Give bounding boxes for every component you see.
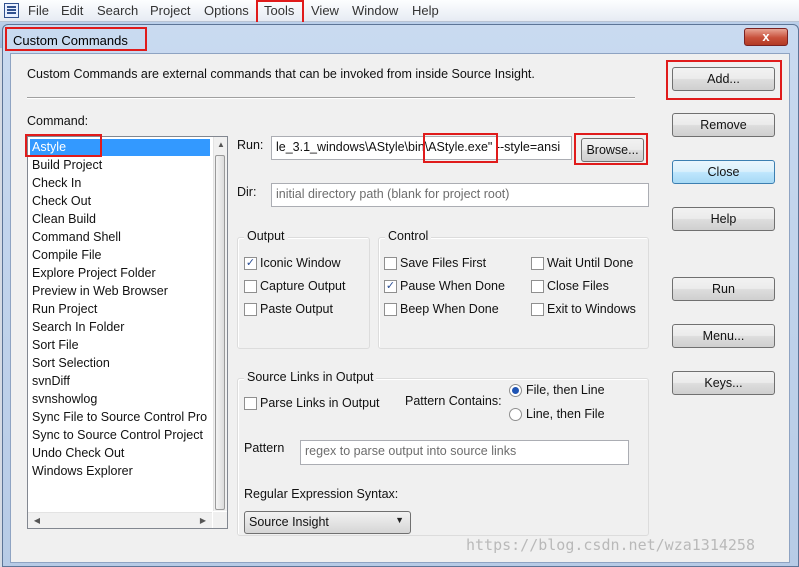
iconic-window-label[interactable]: Iconic Window (260, 256, 341, 270)
list-item[interactable]: Windows Explorer (30, 463, 133, 480)
close-window-button[interactable]: x (744, 28, 788, 46)
line-then-file-radio[interactable] (509, 408, 522, 421)
add-button[interactable]: Add... (672, 67, 775, 91)
chevron-down-icon: ▼ (395, 515, 404, 525)
capture-output-label[interactable]: Capture Output (260, 279, 345, 293)
menu-search[interactable]: Search (95, 2, 140, 20)
pause-when-done-checkbox[interactable]: ✓ (384, 280, 397, 293)
dir-input[interactable]: initial directory path (blank for projec… (271, 183, 649, 207)
source-links-group-title: Source Links in Output (244, 370, 377, 384)
output-group-title: Output (244, 229, 288, 243)
scroll-left-icon[interactable]: ◀ (30, 514, 44, 528)
file-then-line-label[interactable]: File, then Line (526, 383, 605, 397)
wait-until-done-label[interactable]: Wait Until Done (547, 256, 633, 270)
scrollbar-corner (213, 512, 227, 528)
paste-output-checkbox[interactable] (244, 303, 257, 316)
list-item[interactable]: svnDiff (30, 373, 70, 390)
menu-edit[interactable]: Edit (59, 2, 85, 20)
list-item[interactable]: Explore Project Folder (30, 265, 156, 282)
list-item-astyle[interactable]: Astyle (30, 139, 210, 156)
run-label: Run: (237, 138, 264, 152)
save-files-first-label[interactable]: Save Files First (400, 256, 486, 270)
beep-when-done-checkbox[interactable] (384, 303, 397, 316)
list-item[interactable]: Check Out (30, 193, 91, 210)
pattern-input[interactable]: regex to parse output into source links (300, 440, 629, 465)
browse-button[interactable]: Browse... (581, 138, 644, 162)
iconic-window-checkbox[interactable]: ✓ (244, 257, 257, 270)
remove-button[interactable]: Remove (672, 113, 775, 137)
exit-to-windows-checkbox[interactable] (531, 303, 544, 316)
scroll-right-icon[interactable]: ▶ (196, 514, 210, 528)
list-item[interactable]: Sync to Source Control Project (30, 427, 203, 444)
scroll-up-icon[interactable]: ▲ (214, 138, 228, 152)
list-item[interactable]: Clean Build (30, 211, 96, 228)
watermark: https://blog.csdn.net/wza1314258 (466, 536, 755, 554)
list-item[interactable]: Sort Selection (30, 355, 110, 372)
close-button[interactable]: Close (672, 160, 775, 184)
parse-links-label[interactable]: Parse Links in Output (260, 396, 380, 410)
exit-to-windows-label[interactable]: Exit to Windows (547, 302, 636, 316)
pattern-contains-label: Pattern Contains: (405, 394, 502, 408)
regex-syntax-value: Source Insight (249, 515, 329, 529)
close-icon: x (762, 29, 770, 44)
menu-window[interactable]: Window (350, 2, 400, 20)
menu-tools[interactable]: Tools (262, 2, 296, 20)
capture-output-checkbox[interactable] (244, 280, 257, 293)
dialog-description: Custom Commands are external commands th… (27, 67, 535, 81)
list-item[interactable]: Sync File to Source Control Pro (30, 409, 207, 426)
menu-options[interactable]: Options (202, 2, 251, 20)
save-files-first-checkbox[interactable] (384, 257, 397, 270)
run-input[interactable]: le_3.1_windows\AStyle\bin\AStyle.exe" --… (271, 136, 572, 160)
regex-syntax-dropdown[interactable]: Source Insight ▼ (244, 511, 411, 534)
menu-bar: File Edit Search Project Options Tools V… (0, 0, 799, 22)
help-button[interactable]: Help (672, 207, 775, 231)
keys-button[interactable]: Keys... (672, 371, 775, 395)
menu-view[interactable]: View (309, 2, 341, 20)
parse-links-checkbox[interactable] (244, 397, 257, 410)
pattern-label: Pattern (244, 441, 285, 455)
list-item[interactable]: Compile File (30, 247, 101, 264)
close-files-checkbox[interactable] (531, 280, 544, 293)
close-files-label[interactable]: Close Files (547, 279, 609, 293)
list-item[interactable]: svnshowlog (30, 391, 97, 408)
list-item[interactable]: Sort File (30, 337, 79, 354)
menu-project[interactable]: Project (148, 2, 192, 20)
control-group: Control (378, 229, 649, 349)
app-icon (4, 3, 19, 18)
list-item[interactable]: Command Shell (30, 229, 121, 246)
pause-when-done-label[interactable]: Pause When Done (400, 279, 505, 293)
list-item[interactable]: Run Project (30, 301, 97, 318)
run-button[interactable]: Run (672, 277, 775, 301)
list-item[interactable]: Undo Check Out (30, 445, 124, 462)
command-list[interactable]: Astyle Build Project Check In Check Out … (27, 136, 228, 529)
list-item[interactable]: Preview in Web Browser (30, 283, 168, 300)
menu-button[interactable]: Menu... (672, 324, 775, 348)
regex-syntax-label: Regular Expression Syntax: (244, 487, 399, 501)
separator (27, 97, 635, 99)
paste-output-label[interactable]: Paste Output (260, 302, 333, 316)
output-group: Output (237, 229, 370, 349)
list-item[interactable]: Check In (30, 175, 81, 192)
horizontal-scrollbar[interactable]: ◀ ▶ (28, 512, 212, 528)
list-item[interactable]: Build Project (30, 157, 102, 174)
dialog-title: Custom Commands (13, 33, 128, 48)
menu-file[interactable]: File (26, 2, 51, 20)
wait-until-done-checkbox[interactable] (531, 257, 544, 270)
list-item[interactable]: Search In Folder (30, 319, 124, 336)
file-then-line-radio[interactable] (509, 384, 522, 397)
line-then-file-label[interactable]: Line, then File (526, 407, 605, 421)
dir-label: Dir: (237, 185, 257, 199)
vertical-scroll-thumb[interactable] (215, 155, 225, 510)
beep-when-done-label[interactable]: Beep When Done (400, 302, 499, 316)
control-group-title: Control (385, 229, 432, 243)
menu-help[interactable]: Help (410, 2, 441, 20)
command-label: Command: (27, 114, 89, 128)
